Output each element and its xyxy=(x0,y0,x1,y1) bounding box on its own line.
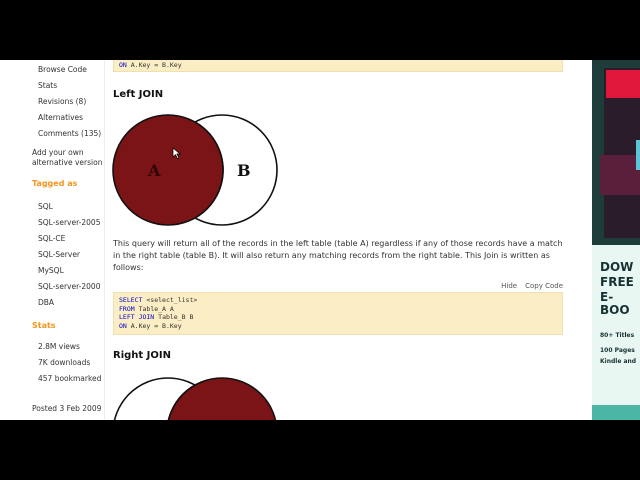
sidebar-link-browse-code[interactable]: Browse Code xyxy=(38,65,87,74)
circle-a-label: A xyxy=(147,161,161,180)
code-block-previous: ON A.Key = B.Key xyxy=(113,60,563,72)
tag-link[interactable]: SQL-server-2000 xyxy=(38,282,100,291)
code-line: ON A.Key = B.Key xyxy=(119,322,557,331)
code-keyword: SELECT xyxy=(119,296,143,304)
code-keyword: LEFT JOIN xyxy=(119,313,155,321)
ad-line-1: 80+ Titles xyxy=(600,332,635,339)
tagged-as-heading: Tagged as xyxy=(32,179,78,188)
sidebar-link-alternatives[interactable]: Alternatives xyxy=(38,113,83,122)
sidebar-link-comments[interactable]: Comments (135) xyxy=(38,129,101,138)
ad-red-badge xyxy=(606,70,640,98)
tag-link[interactable]: SQL xyxy=(38,202,53,211)
tag-link[interactable]: DBA xyxy=(38,298,54,307)
ad-footer-bar xyxy=(592,405,640,420)
code-text: A.Key = B.Key xyxy=(130,321,182,330)
left-join-venn-diagram: A B xyxy=(112,114,278,226)
right-join-venn-diagram xyxy=(113,377,277,420)
code-text: A.Key = B.Key xyxy=(130,61,182,69)
stat-downloads: 7K downloads xyxy=(38,358,91,367)
right-join-title: Right JOIN xyxy=(113,350,171,361)
code-text: Table_A A xyxy=(138,304,174,313)
ad-headline-1: DOW xyxy=(600,260,634,274)
ebook-advertisement[interactable]: DOW FREE E-BOO 80+ Titles 100 Pages Kind… xyxy=(592,60,640,420)
ad-headline-2: FREE xyxy=(600,275,634,289)
article-content: ON A.Key = B.Key Left JOIN A B This quer… xyxy=(108,60,588,420)
tag-link[interactable]: SQL-server-2005 xyxy=(38,218,100,227)
code-keyword: ON xyxy=(119,61,127,69)
left-join-description: This query will return all of the record… xyxy=(113,239,563,272)
stat-views: 2.8M views xyxy=(38,342,80,351)
code-line: LEFT JOIN Table_B B xyxy=(119,313,557,322)
browser-viewport: Browse Code Stats Revisions (8) Alternat… xyxy=(0,60,640,420)
tag-link[interactable]: MySQL xyxy=(38,266,64,275)
sidebar-link-revisions[interactable]: Revisions (8) xyxy=(38,97,86,106)
code-toolbar: Hide Copy Code xyxy=(493,282,563,290)
ad-headline-3: E-BOO xyxy=(600,290,630,317)
code-line: FROM Table_A A xyxy=(119,305,557,314)
code-keyword: ON xyxy=(119,321,127,330)
article-sidebar: Browse Code Stats Revisions (8) Alternat… xyxy=(0,60,105,420)
add-alternative-link[interactable]: Add your own alternative version xyxy=(32,148,104,168)
hide-code-link[interactable]: Hide xyxy=(501,282,517,290)
posted-date: Posted 3 Feb 2009 xyxy=(32,404,102,413)
code-keyword: FROM xyxy=(119,304,135,313)
stats-heading: Stats xyxy=(32,321,56,330)
sidebar-link-stats[interactable]: Stats xyxy=(38,81,57,90)
circle-b-label: B xyxy=(237,161,251,180)
tag-link[interactable]: SQL-Server xyxy=(38,250,80,259)
ad-line-2: 100 Pages xyxy=(600,347,635,354)
left-join-title: Left JOIN xyxy=(113,89,164,100)
copy-code-link[interactable]: Copy Code xyxy=(525,282,563,290)
left-join-code-block: SELECT <select_list> FROM Table_A A LEFT… xyxy=(113,292,563,335)
code-line: SELECT <select_list> xyxy=(119,296,557,305)
ad-laptop-image xyxy=(600,155,640,195)
stat-bookmarked: 457 bookmarked xyxy=(38,374,102,383)
code-text: Table_B B xyxy=(158,313,194,321)
code-text: <select_list> xyxy=(146,296,198,304)
ad-accent-strip xyxy=(636,140,640,170)
tag-link[interactable]: SQL-CE xyxy=(38,234,65,243)
ad-line-3: Kindle and xyxy=(600,358,637,365)
